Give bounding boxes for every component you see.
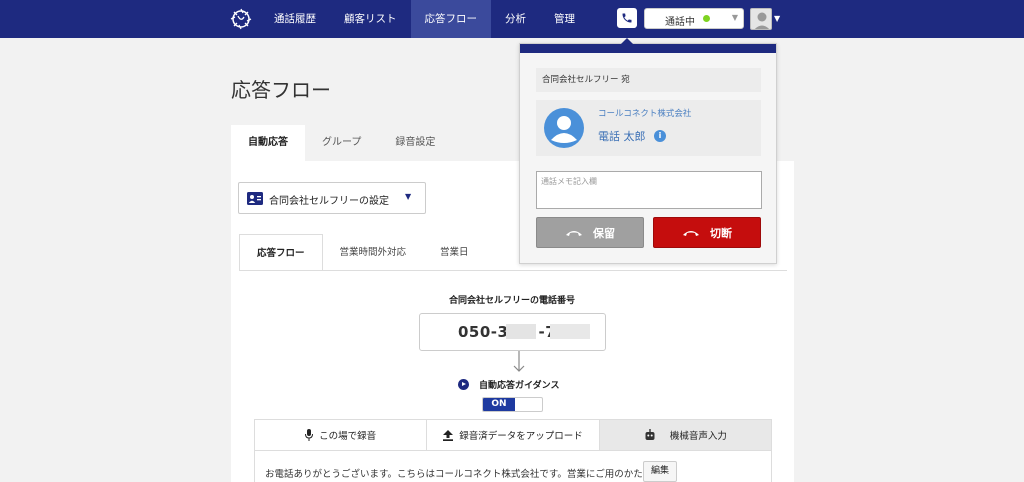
tab-record-here[interactable]: この場で録音 (255, 420, 428, 450)
tab-upload-recording[interactable]: 録音済データをアップロード (427, 420, 600, 450)
sub-tabs: 応答フロー 営業時間外対応 営業日 (239, 234, 486, 271)
phone-button[interactable] (617, 8, 637, 28)
chevron-down-icon: ▼ (405, 192, 412, 201)
call-destination: 合同会社セルフリー 宛 (536, 68, 761, 92)
tab-response-flow[interactable]: 応答フロー (239, 234, 323, 271)
page-title: 応答フロー (231, 78, 331, 102)
tab-machine-voice[interactable]: 機械音声入力 (599, 420, 771, 450)
tab-machine-voice-label: 機械音声入力 (669, 431, 727, 442)
caller-name: 電話 太郎 (598, 130, 646, 143)
caller-company: コールコネクト株式会社 (598, 109, 692, 119)
hangup-label: 切断 (710, 226, 732, 240)
guidance-message: お電話ありがとうございます。こちらはコールコネクト株式会社です。営業にご用のかた… (265, 469, 652, 480)
nav-item-response-flow[interactable]: 応答フロー (410, 0, 491, 38)
nav-item-call-history[interactable]: 通話履歴 (260, 0, 330, 38)
status-dot (703, 15, 710, 22)
call-status-label: 通話中 (665, 17, 695, 28)
hangup-button[interactable]: 切断 (653, 217, 761, 248)
setting-select[interactable]: 合同会社セルフリーの設定 ▼ (238, 182, 426, 214)
user-menu-caret-icon[interactable]: ▼ (774, 14, 780, 23)
tab-upload-recording-label: 録音済データをアップロード (459, 431, 583, 442)
phone-icon (622, 13, 632, 23)
phone-number-title: 合同会社セルフリーの電話番号 (448, 296, 575, 306)
nav-item-admin[interactable]: 管理 (540, 0, 589, 38)
call-memo-field[interactable] (536, 171, 762, 209)
popup-header-bar (520, 44, 776, 53)
toggle-on-label: ON (483, 398, 515, 411)
tab-business-days[interactable]: 営業日 (423, 234, 486, 271)
redacted-digits (506, 324, 536, 339)
caller-card: コールコネクト株式会社 電話 太郎 i (536, 100, 761, 156)
tab-recording-settings[interactable]: 録音設定 (378, 125, 452, 161)
play-icon[interactable] (458, 379, 469, 390)
tab-after-hours[interactable]: 営業時間外対応 (323, 234, 424, 271)
hold-label: 保留 (593, 226, 615, 240)
hangup-handset-icon (683, 230, 699, 236)
caller-avatar (544, 108, 584, 148)
guidance-row: 自動応答ガイダンス (458, 378, 559, 391)
phone-number-box: 050-3 -7 (419, 313, 606, 351)
microphone-icon (305, 429, 314, 441)
guidance-label: 自動応答ガイダンス (479, 381, 560, 391)
top-nav-bar: 通話履歴 顧客リスト 応答フロー 分析 管理 通話中 ▼ ▼ (0, 0, 1024, 38)
arrow-down-icon (513, 351, 525, 372)
nav-item-analytics[interactable]: 分析 (491, 0, 540, 38)
call-popup: 合同会社セルフリー 宛 コールコネクト株式会社 電話 太郎 i 保留 切断 (519, 38, 777, 264)
redacted-digits (550, 324, 590, 339)
divider (239, 270, 787, 271)
robot-icon (645, 429, 655, 440)
hold-button[interactable]: 保留 (536, 217, 644, 248)
guidance-toggle[interactable]: ON (482, 397, 543, 412)
upload-icon (443, 429, 454, 441)
setting-select-label: 合同会社セルフリーの設定 (269, 196, 389, 207)
user-icon (551, 116, 577, 143)
guidance-message-area: お電話ありがとうございます。こちらはコールコネクト株式会社です。営業にご用のかた… (254, 451, 772, 482)
edit-button[interactable]: 編集 (643, 461, 677, 482)
call-status-select[interactable]: 通話中 ▼ (644, 8, 744, 29)
tab-auto-response[interactable]: 自動応答 (231, 125, 305, 161)
user-avatar[interactable] (750, 8, 772, 30)
info-icon[interactable]: i (654, 130, 666, 142)
handset-icon (566, 230, 582, 236)
nav-item-customer-list[interactable]: 顧客リスト (330, 0, 411, 38)
chevron-down-icon: ▼ (731, 13, 738, 22)
logo-icon[interactable] (229, 7, 253, 31)
main-nav: 通話履歴 顧客リスト 応答フロー 分析 管理 (260, 0, 589, 38)
tab-record-here-label: この場で録音 (319, 431, 377, 442)
user-icon (754, 12, 770, 29)
contact-card-icon (247, 192, 263, 205)
tab-group[interactable]: グループ (305, 125, 378, 161)
main-tabs: 自動応答 グループ 録音設定 (231, 125, 452, 161)
recording-method-tabs: この場で録音 録音済データをアップロード 機械音声入力 (254, 419, 772, 451)
